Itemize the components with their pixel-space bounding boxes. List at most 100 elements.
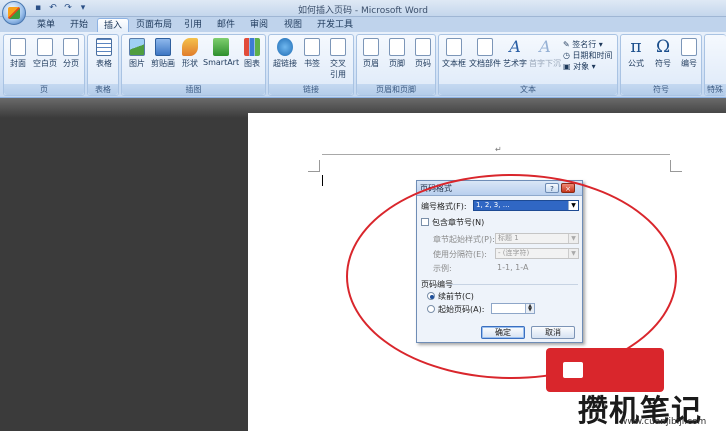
crop-mark-right [670,160,682,172]
group-header-footer: 页眉 页脚 页码 页眉和页脚 [356,34,436,96]
clipart-icon [155,38,171,56]
picture-label: 图片 [129,59,145,68]
blank-page-icon [37,38,53,56]
header-label: 页眉 [363,59,379,68]
watermark-logo-notch [563,362,583,378]
tab-view[interactable]: 视图 [284,18,302,32]
tab-insert[interactable]: 插入 [97,18,130,32]
footer-icon [389,38,405,56]
clipart-button[interactable]: 剪贴画 [149,38,177,69]
tab-references[interactable]: 引用 [184,18,202,32]
header-icon [363,38,379,56]
tab-review[interactable]: 审阅 [250,18,268,32]
dropcap-button[interactable]: A 首字下沉 [529,38,561,69]
group-text-label: 文本 [439,84,617,95]
paragraph-mark: ↵ [495,145,502,154]
textbox-icon [446,38,462,56]
text-small-buttons: ✎ 签名行 ▾ ◷ 日期和时间 ▣ 对象 ▾ [563,39,613,72]
chart-button[interactable]: 图表 [240,38,264,69]
cover-button[interactable]: 封面 [7,38,29,69]
footer-button[interactable]: 页脚 [385,38,409,69]
group-links-label: 链接 [269,84,353,95]
number-button[interactable]: 编号 [677,38,701,69]
picture-button[interactable]: 图片 [126,38,148,69]
ribbon-tabs: 菜单 开始 插入 页面布局 引用 邮件 审阅 视图 开发工具 [0,17,726,32]
tab-developer[interactable]: 开发工具 [317,18,353,32]
textbox-label: 文本框 [442,59,466,68]
tab-page-layout[interactable]: 页面布局 [136,18,172,32]
group-special-label: 特殊 [705,84,726,95]
quickparts-button[interactable]: 文档部件 [469,38,501,69]
symbol-button[interactable]: Ω 符号 [650,38,676,69]
shapes-button[interactable]: 形状 [178,38,202,69]
page-break-label: 分页 [63,59,79,68]
equation-button[interactable]: π 公式 [623,38,649,69]
window-title: 如何插入页码 - Microsoft Word [298,6,428,16]
signature-line-button[interactable]: ✎ 签名行 ▾ [563,39,613,50]
page-break-icon [63,38,79,56]
group-links: 超链接 书签 交叉引用 链接 [268,34,354,96]
pi-icon: π [630,37,642,57]
group-special: 特殊 [704,34,726,96]
cover-page-icon [10,38,26,56]
datetime-label: 日期和时间 [572,51,613,60]
object-button[interactable]: ▣ 对象 ▾ [563,61,613,72]
blank-page-button[interactable]: 空白页 [32,38,58,69]
table-icon [96,38,112,56]
header-button[interactable]: 页眉 [359,38,383,69]
text-cursor [322,175,323,186]
number-label: 编号 [681,59,697,68]
datetime-button[interactable]: ◷ 日期和时间 [563,50,613,61]
hyperlink-icon [277,38,293,56]
hyperlink-label: 超链接 [273,59,297,68]
group-illustrations: 图片 剪贴画 形状 SmartArt 图表 插图 [121,34,266,96]
group-text: 文本框 文档部件 A 艺术字 A 首字下沉 ✎ 签名行 ▾ ◷ 日期和时间 ▣ 对象… [438,34,618,96]
page-break-button[interactable]: 分页 [60,38,82,69]
group-tables-label: 表格 [88,84,118,95]
smartart-icon [213,38,229,56]
wordart-icon: A [509,37,521,56]
group-symbols: π 公式 Ω 符号 编号 符号 [620,34,702,96]
crossref-label-2: 引用 [330,70,346,79]
page-number-button[interactable]: 页码 [411,38,435,69]
group-symbols-label: 符号 [621,84,701,95]
table-label: 表格 [96,59,112,68]
crossref-label-1: 交叉 [330,59,346,68]
textbox-button[interactable]: 文本框 [441,38,467,69]
title-bar: ▪ ↶ ↷ ▾ 如何插入页码 - Microsoft Word [0,0,726,17]
hyperlink-button[interactable]: 超链接 [271,38,299,69]
equation-label: 公式 [628,59,644,68]
bookmark-icon [304,38,320,56]
number-icon [681,38,697,56]
dropcap-icon: A [539,37,551,56]
picture-icon [129,38,145,56]
shapes-icon [182,38,198,56]
group-header-footer-label: 页眉和页脚 [357,84,435,95]
quickparts-label: 文档部件 [469,59,501,68]
tab-menu[interactable]: 菜单 [37,18,55,32]
signature-label: 签名行 [572,40,597,49]
wordart-label: 艺术字 [503,59,527,68]
table-button[interactable]: 表格 [92,38,116,69]
cover-label: 封面 [10,59,26,68]
omega-icon: Ω [655,37,671,57]
quickparts-icon [477,38,493,56]
ribbon: 封面 空白页 分页 页 表格 表格 图片 剪贴画 形状 SmartArt 图表 … [0,32,726,98]
tab-home[interactable]: 开始 [70,18,88,32]
crossref-button[interactable]: 交叉 引用 [326,38,350,80]
wordart-button[interactable]: A 艺术字 [501,38,529,69]
object-label: 对象 [573,62,590,71]
page-number-icon [415,38,431,56]
smartart-label: SmartArt [203,58,240,67]
office-button[interactable] [2,1,26,25]
group-pages-label: 页 [4,84,84,95]
page-number-label: 页码 [415,59,431,68]
bookmark-button[interactable]: 书签 [300,38,324,69]
smartart-button[interactable]: SmartArt [203,38,239,67]
group-pages: 封面 空白页 分页 页 [3,34,85,96]
crop-mark-left [308,160,320,172]
group-tables: 表格 表格 [87,34,119,96]
tab-mailings[interactable]: 邮件 [217,18,235,32]
bookmark-label: 书签 [304,59,320,68]
chart-icon [244,38,260,56]
